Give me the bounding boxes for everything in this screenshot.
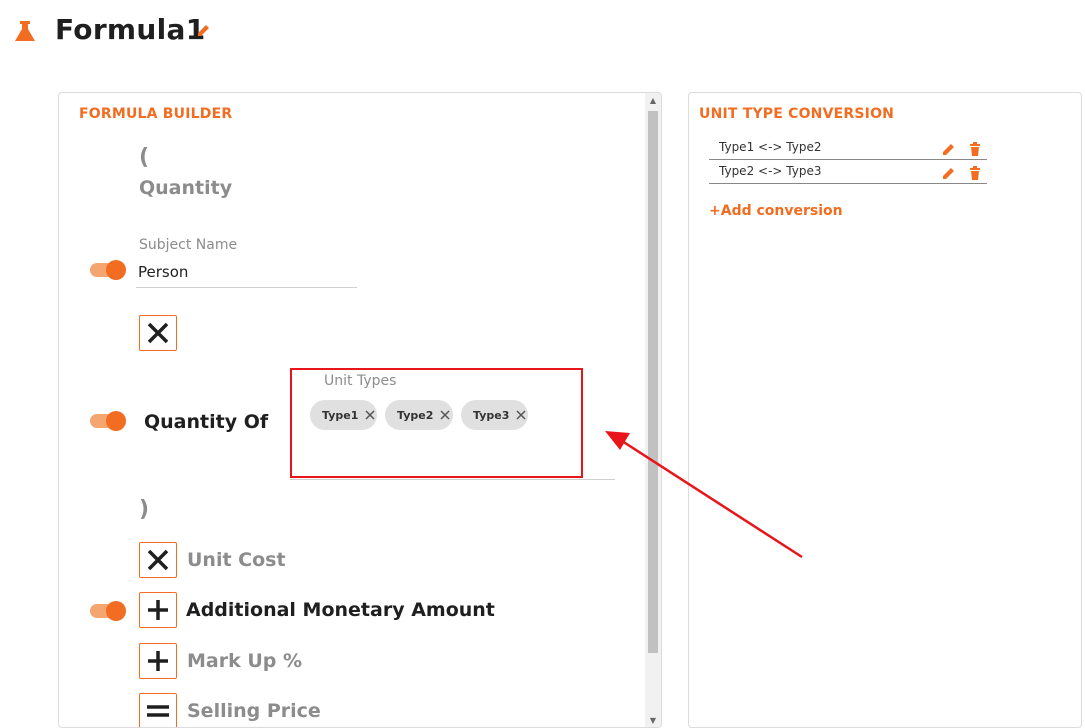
conversion-row: Type1 <-> Type2 xyxy=(709,136,987,160)
formula-builder-title: FORMULA BUILDER xyxy=(79,106,233,122)
add-conversion-link[interactable]: +Add conversion xyxy=(709,203,843,219)
toggle-knob xyxy=(106,601,126,621)
times-operator-button[interactable] xyxy=(139,542,177,578)
equals-icon xyxy=(147,705,169,717)
plus-icon xyxy=(148,600,168,620)
trash-icon[interactable] xyxy=(969,142,981,156)
additional-monetary-amount-label: Additional Monetary Amount xyxy=(186,599,495,621)
unit-cost-label: Unit Cost xyxy=(187,549,286,571)
scroll-up-icon[interactable]: ▲ xyxy=(645,93,661,109)
close-paren: ) xyxy=(139,497,150,522)
mark-up-label: Mark Up % xyxy=(187,650,303,672)
quantity-of-label: Quantity Of xyxy=(144,411,269,433)
plus-operator-button[interactable] xyxy=(139,592,177,628)
toggle-knob xyxy=(106,260,126,280)
selling-price-label: Selling Price xyxy=(187,700,321,722)
unit-type-conversion-panel: UNIT TYPE CONVERSION Type1 <-> Type2 Typ… xyxy=(688,92,1082,728)
conversion-row: Type2 <-> Type3 xyxy=(709,160,987,184)
equals-operator-button[interactable] xyxy=(139,693,177,727)
edit-title-icon[interactable] xyxy=(196,22,212,38)
conversion-label: Type2 <-> Type3 xyxy=(719,164,822,178)
toggle-knob xyxy=(106,411,126,431)
trash-icon[interactable] xyxy=(969,166,981,180)
times-icon xyxy=(147,322,169,344)
scroll-thumb[interactable] xyxy=(648,111,658,653)
flask-icon xyxy=(15,21,35,41)
additional-amount-toggle[interactable] xyxy=(90,601,126,621)
unit-types-underline xyxy=(290,479,615,480)
subject-toggle[interactable] xyxy=(90,260,126,280)
subject-name-label: Subject Name xyxy=(139,237,238,253)
times-icon xyxy=(147,549,169,571)
quantity-label: Quantity xyxy=(139,177,233,199)
conversion-label: Type1 <-> Type2 xyxy=(719,140,822,154)
edit-icon[interactable] xyxy=(942,142,956,156)
annotation-highlight-box xyxy=(290,368,583,478)
plus-icon xyxy=(148,651,168,671)
plus-operator-button[interactable] xyxy=(139,643,177,679)
quantity-of-toggle[interactable] xyxy=(90,411,126,431)
unit-type-conversion-title: UNIT TYPE CONVERSION xyxy=(699,106,895,122)
page-title: Formula1 xyxy=(55,13,206,46)
times-operator-button[interactable] xyxy=(139,315,177,351)
page-header: Formula1 xyxy=(0,0,1085,66)
open-paren: ( xyxy=(139,145,150,170)
subject-name-input[interactable]: Person xyxy=(138,263,188,281)
builder-scrollbar[interactable]: ▲ ▼ xyxy=(645,93,661,727)
edit-icon[interactable] xyxy=(942,166,956,180)
subject-underline xyxy=(136,287,357,288)
scroll-down-icon[interactable]: ▼ xyxy=(645,713,661,727)
